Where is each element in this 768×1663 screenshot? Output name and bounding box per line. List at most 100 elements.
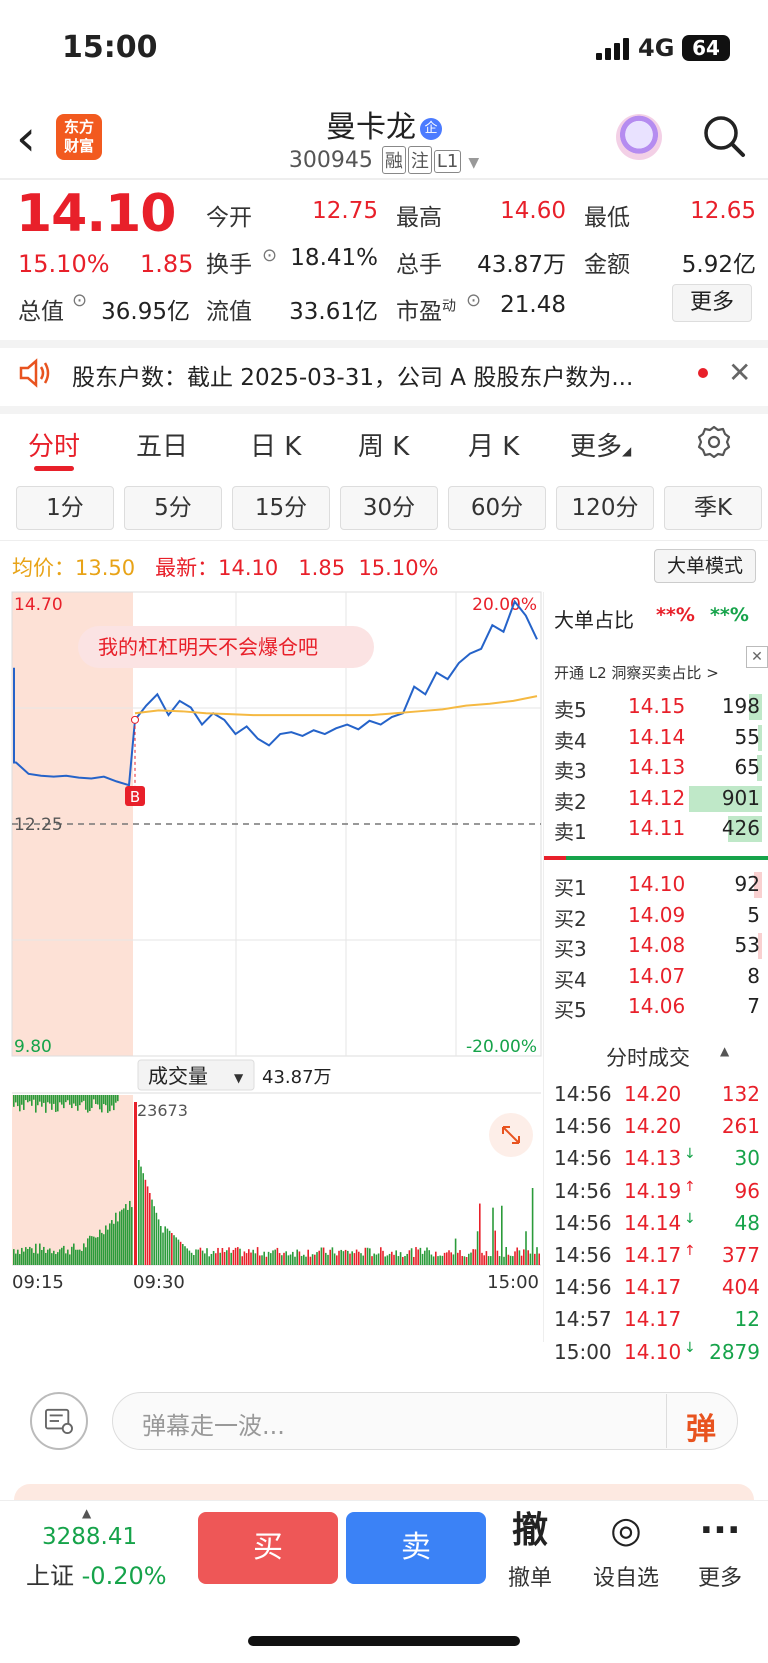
volume-bar — [115, 1095, 117, 1103]
signal-icon — [596, 38, 629, 60]
change-percent: 15.10% — [18, 250, 110, 278]
volume-bar — [534, 1253, 536, 1265]
volume-bar — [69, 1095, 71, 1105]
danmu-settings-icon[interactable] — [30, 1392, 88, 1450]
collapse-icon[interactable]: ▲ — [720, 1044, 729, 1058]
period-120min[interactable]: 120分 — [556, 486, 654, 530]
expand-up-icon[interactable]: ▲ — [82, 1506, 91, 1520]
volume-bar — [454, 1238, 457, 1265]
volume-bar — [468, 1253, 470, 1265]
x-tick-label: 09:30 — [133, 1272, 185, 1293]
period-30min[interactable]: 30分 — [340, 486, 438, 530]
volume-bar — [406, 1253, 408, 1265]
tab-more[interactable]: 更多◢ — [570, 426, 631, 463]
period-5min[interactable]: 5分 — [124, 486, 222, 530]
volume-bar — [27, 1095, 29, 1103]
volume-bar — [23, 1095, 25, 1110]
pe-value: 21.48 — [500, 292, 566, 318]
info-icon[interactable]: ⊙ — [72, 290, 87, 311]
x-tick-label: 09:15 — [12, 1272, 64, 1293]
volume-bar — [426, 1247, 428, 1265]
volume-bar — [109, 1223, 111, 1265]
volume-bar — [75, 1249, 77, 1265]
volume-bar — [415, 1247, 417, 1265]
premarket-shade-volume — [12, 1095, 133, 1265]
search-icon[interactable] — [700, 112, 748, 160]
volume-bar — [184, 1246, 186, 1265]
sell-button[interactable]: 卖 — [346, 1512, 486, 1584]
volume-bar — [353, 1253, 356, 1265]
tab-daily-k[interactable]: 日 K — [250, 426, 301, 463]
buy-button[interactable]: 买 — [198, 1512, 338, 1584]
volume-bar — [369, 1248, 371, 1265]
ask-row: 卖2 14.12 901 — [554, 785, 762, 814]
tag-level: L1 — [433, 150, 462, 173]
volume-bar — [355, 1249, 358, 1265]
turnover-value: 18.41% — [290, 245, 378, 271]
period-60min[interactable]: 60分 — [448, 486, 546, 530]
volume-bar — [457, 1252, 459, 1265]
gear-icon[interactable] — [696, 424, 732, 460]
period-15min[interactable]: 15分 — [232, 486, 330, 530]
danmu-placeholder: 弹幕走一波... — [142, 1412, 285, 1440]
home-indicator — [248, 1636, 520, 1646]
avg-price-line — [134, 695, 538, 717]
more-actions-button[interactable]: ··· 更多 — [680, 1508, 760, 1592]
tab-intraday[interactable]: 分时 — [28, 426, 80, 463]
volume-bar — [523, 1249, 525, 1265]
volume-bar — [164, 1226, 166, 1265]
volume-bar — [239, 1248, 241, 1265]
y-mid-label: 12.25 — [14, 815, 63, 835]
volume-bar — [234, 1247, 237, 1265]
l2-promo-link[interactable]: 开通 L2 洞察买卖占比 > — [554, 662, 719, 683]
volume-bar — [17, 1095, 19, 1107]
volume-bar — [49, 1248, 51, 1265]
close-icon[interactable]: ✕ — [746, 646, 768, 668]
index-value[interactable]: 3288.41 — [42, 1524, 137, 1550]
add-watchlist-button[interactable]: ◎ 设自选 — [586, 1508, 666, 1592]
volume-bar — [13, 1249, 15, 1265]
volume-bar — [509, 1255, 512, 1265]
price-summary-row: 均价：13.50 最新：14.10 1.85 15.10% — [12, 556, 439, 580]
volume-bar — [61, 1095, 63, 1105]
volume-bar — [182, 1244, 184, 1265]
volume-bar — [73, 1095, 75, 1104]
volume-bar — [226, 1250, 228, 1265]
volume-bar — [410, 1248, 413, 1265]
more-quote-button[interactable]: 更多 — [672, 284, 752, 322]
volume-bar — [71, 1246, 73, 1265]
trade-tick-row: 15:00 14.10 ↓ 2879 — [554, 1339, 760, 1364]
volume-bar — [91, 1095, 93, 1108]
volume-bar — [344, 1249, 347, 1265]
big-order-mode-button[interactable]: 大单模式 — [654, 549, 756, 583]
latest-change: 1.85 — [298, 556, 346, 580]
volume-bar — [63, 1095, 65, 1109]
tab-monthly-k[interactable]: 月 K — [468, 426, 519, 463]
volume-bar — [342, 1251, 345, 1265]
intraday-chart[interactable]: 14.70 12.25 9.80 20.00% -20.00% 我的杠杠明天不会爆仓吧 B 成… — [0, 590, 543, 1350]
close-icon[interactable]: ✕ — [728, 356, 751, 389]
shareholder-notice[interactable]: 股东户数：截止 2025-03-31，公司 A 股股东户数为... — [72, 358, 672, 392]
assistant-robot-icon[interactable] — [616, 114, 662, 160]
tab-five-day[interactable]: 五日 — [136, 426, 188, 463]
tab-weekly-k[interactable]: 周 K — [358, 426, 409, 463]
volume-bar — [45, 1095, 47, 1113]
info-icon[interactable]: ⊙ — [262, 245, 277, 266]
volume-bar — [327, 1254, 329, 1265]
volume-bar — [63, 1245, 65, 1265]
volume-bar — [386, 1255, 389, 1265]
ask-row: 卖1 14.11 426 — [554, 816, 762, 844]
volume-bar — [254, 1253, 257, 1265]
index-label[interactable]: 上证 -0.20% — [26, 1556, 167, 1591]
ticks-title[interactable]: 分时成交 — [606, 1042, 690, 1072]
period-1min[interactable]: 1分 — [16, 486, 114, 530]
volume-bar — [73, 1243, 75, 1265]
volume-bar — [99, 1095, 101, 1110]
volume-bar — [479, 1203, 481, 1265]
buy-marker-label: B — [130, 788, 140, 806]
volume-bar — [318, 1250, 320, 1265]
period-quarterly-k[interactable]: 季K — [664, 486, 762, 530]
cancel-order-button[interactable]: 撤撤单 — [490, 1508, 570, 1592]
danmu-send-button[interactable]: 弹 — [686, 1404, 716, 1448]
volume-total: 43.87万 — [262, 1067, 332, 1088]
